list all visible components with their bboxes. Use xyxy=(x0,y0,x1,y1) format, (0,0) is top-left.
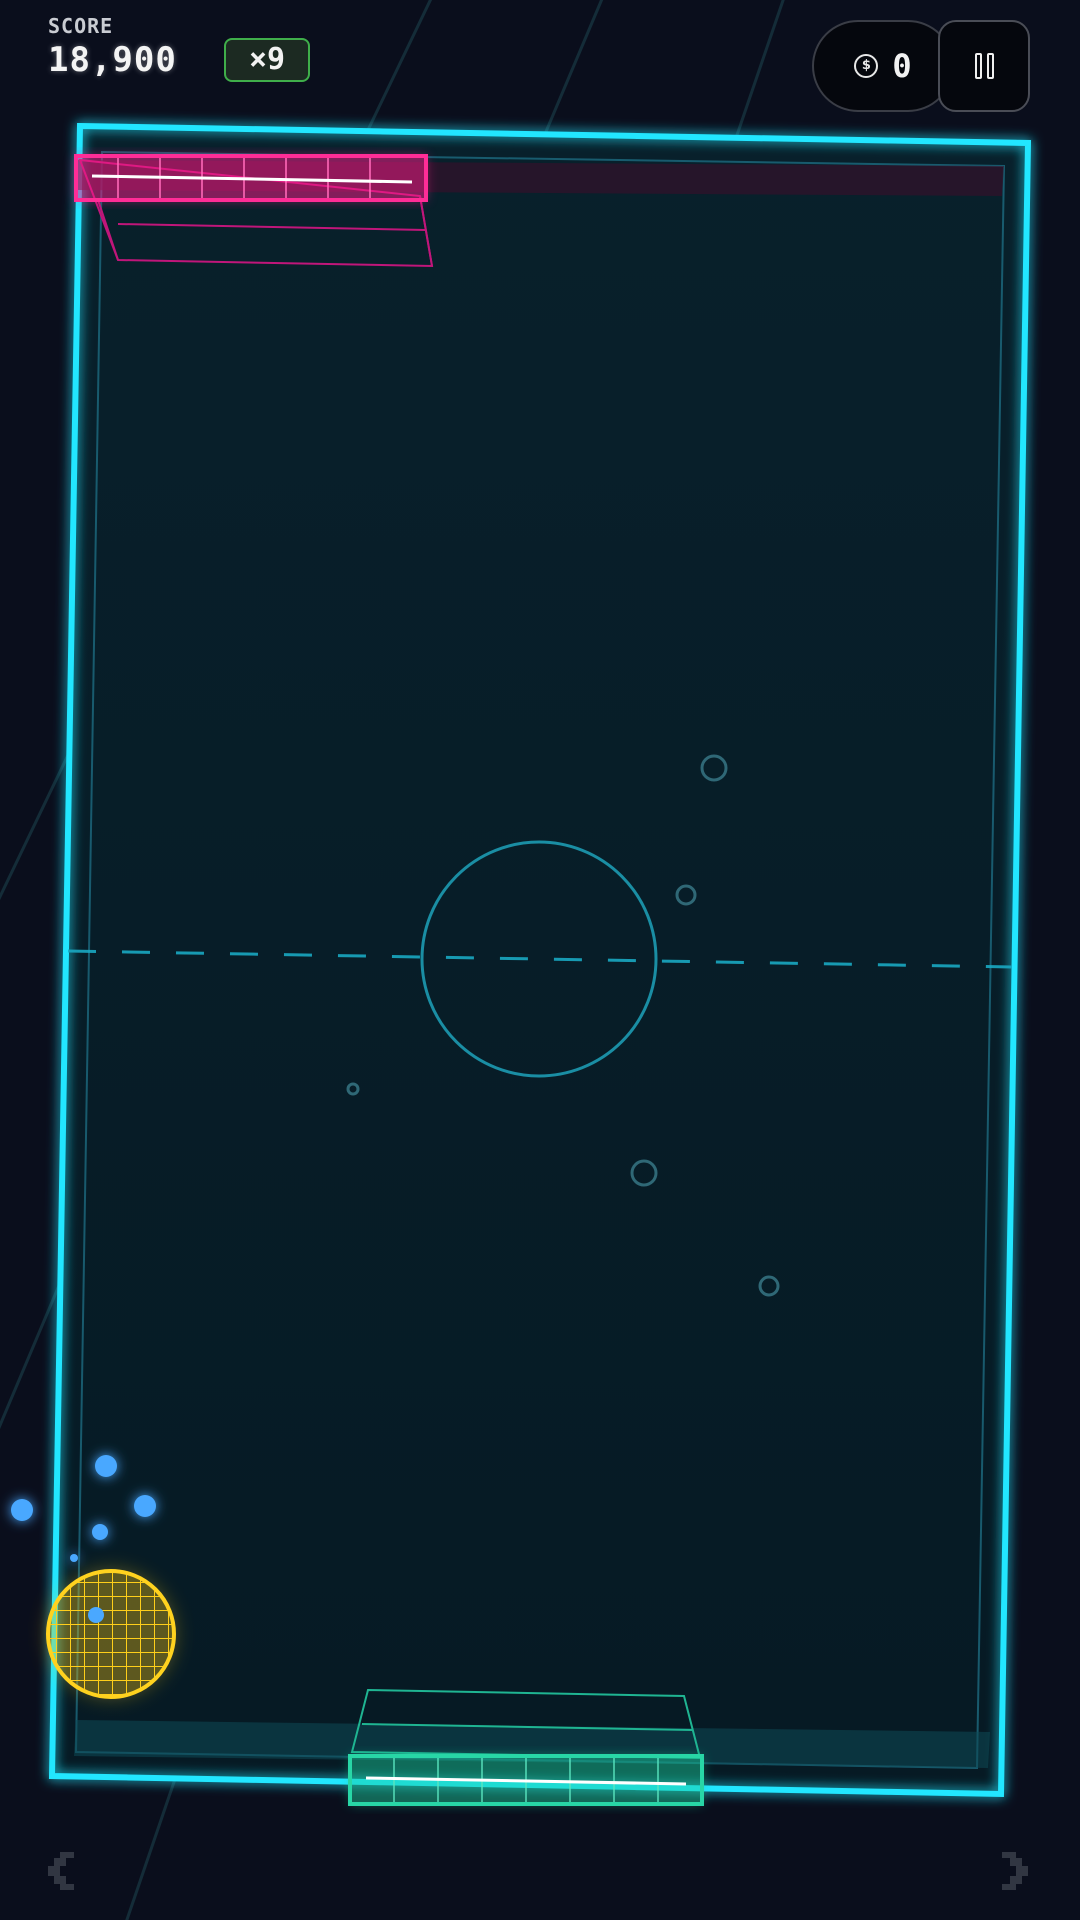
multiplier-badge: ×9 xyxy=(224,38,310,82)
pause-icon-bar xyxy=(986,53,994,79)
game-scene xyxy=(0,0,1032,1920)
pause-button[interactable] xyxy=(938,20,1030,112)
dollar-coin-icon: $ xyxy=(854,54,879,78)
chevron-left-icon[interactable] xyxy=(40,1846,90,1896)
score-value: 18,900 xyxy=(48,40,177,80)
coin-counter: $ 0 xyxy=(812,20,954,112)
chevron-right-icon[interactable] xyxy=(986,1846,1036,1896)
pause-icon xyxy=(974,53,982,79)
playfield xyxy=(48,122,1032,1798)
coin-count: 0 xyxy=(892,47,912,85)
score-label: SCORE xyxy=(48,14,114,38)
